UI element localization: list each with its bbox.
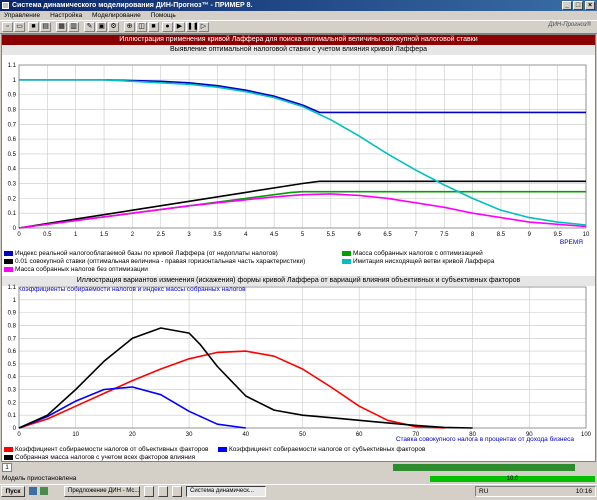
start-button[interactable]: Пуск: [1, 486, 25, 497]
new-icon[interactable]: ▫: [2, 22, 13, 32]
status-text: Модель приостановлена: [2, 475, 77, 482]
play-icon[interactable]: ▶: [174, 22, 185, 32]
view-icon[interactable]: ◫: [136, 22, 147, 32]
menu-bar: Управление Настройка Моделирование Помощ…: [0, 11, 597, 20]
legend2-item: Коэффициент собираемости налогов от объе…: [4, 446, 209, 453]
legend1-item: 0.01 совокупной ставки (оптимальная вели…: [4, 258, 305, 265]
menu-nastroyka[interactable]: Настройка: [50, 12, 82, 19]
legend-label: Индекс реальной налогооблагаемой базы по…: [15, 250, 278, 257]
settings-icon[interactable]: ⚙: [108, 22, 119, 32]
legend2-item: Коэффициент собираемости налогов от субъ…: [218, 446, 425, 453]
taskbar-item-active[interactable]: Система динамическ...: [186, 486, 266, 497]
minimize-button[interactable]: _: [562, 1, 572, 10]
legend2-item: Собранная масса налогов с учетом всех фа…: [4, 454, 195, 461]
print-icon[interactable]: ▤: [40, 22, 51, 32]
legend-swatch: [4, 454, 13, 460]
clock: 10:16: [575, 488, 592, 495]
main-panel: [1, 34, 596, 462]
quicklaunch-icon[interactable]: [29, 487, 37, 495]
legend-swatch: [4, 258, 13, 264]
legend-label: Масса собранных налогов с оптимизацией: [353, 250, 483, 257]
legend-swatch: [218, 446, 227, 452]
legend-label: Собранная масса налогов с учетом всех фа…: [15, 454, 196, 461]
open-icon[interactable]: ▭: [14, 22, 25, 32]
status-indicator: [393, 464, 575, 471]
taskbar-item[interactable]: Предложение ДИН - Мс...: [64, 486, 140, 497]
maximize-button[interactable]: □: [573, 1, 583, 10]
chart2-subtitle: Коэффициенты собираемости налогов и инде…: [18, 286, 246, 293]
step-icon[interactable]: ▷: [198, 22, 209, 32]
zoom-icon[interactable]: ⊕: [124, 22, 135, 32]
legend-swatch: [4, 266, 13, 272]
brand-label: ДИН-Прогноз®: [548, 22, 591, 28]
taskbar-item-icon[interactable]: [158, 486, 168, 497]
menu-pomosh[interactable]: Помощь: [151, 12, 176, 19]
toolbar: ▫ ▭ ■ ▤ ▦ ▥ ✎ ▣ ⚙ ⊕ ◫ ■ ● ▶ ❚❚ ▷ ДИН-Про…: [0, 20, 597, 34]
legend-swatch: [4, 250, 13, 256]
save-icon[interactable]: ■: [28, 22, 39, 32]
status-tab[interactable]: 1: [2, 463, 12, 472]
legend-swatch: [342, 250, 351, 256]
legend-label: Коэффициент собираемости налогов от субъ…: [229, 446, 426, 453]
chart2-title: Иллюстрация вариантов изменения (искажен…: [2, 276, 595, 286]
legend-label: Имитация нисходящей ветви кривой Лаффера: [353, 258, 495, 265]
taskbar-item-icon[interactable]: [172, 486, 182, 497]
legend-swatch: [4, 446, 13, 452]
model-icon[interactable]: ▣: [96, 22, 107, 32]
table-icon[interactable]: ▥: [68, 22, 79, 32]
legend1-item: Индекс реальной налогооблагаемой базы по…: [4, 250, 278, 257]
title-bar: Система динамического моделирования ДИН-…: [0, 0, 597, 11]
edit-icon[interactable]: ✎: [84, 22, 95, 32]
taskbar-item-icon[interactable]: [144, 486, 154, 497]
legend-swatch: [342, 258, 351, 264]
stop-icon[interactable]: ■: [148, 22, 159, 32]
legend-label: Коэффициент собираемости налогов от объе…: [15, 446, 209, 453]
legend1-item: Масса собранных налогов с оптимизацией: [342, 250, 483, 257]
legend1-item: Масса собранных налогов без оптимизации: [4, 266, 148, 273]
menu-upravlenie[interactable]: Управление: [4, 12, 40, 19]
pause-icon[interactable]: ❚❚: [186, 22, 199, 32]
window-title: Система динамического моделирования ДИН-…: [12, 2, 253, 9]
system-tray: RU 10:16: [475, 486, 596, 497]
banner-title: Иллюстрация применения кривой Лаффера дл…: [2, 35, 595, 45]
record-icon[interactable]: ●: [162, 22, 173, 32]
close-button[interactable]: ×: [585, 1, 595, 10]
quicklaunch-icon[interactable]: [40, 487, 48, 495]
chart1-title: Выявление оптимальной налоговой ставки с…: [2, 45, 595, 55]
legend-label: Масса собранных налогов без оптимизации: [15, 266, 148, 273]
legend-label: 0.01 совокупной ставки (оптимальная вели…: [15, 258, 306, 265]
legend1-item: Имитация нисходящей ветви кривой Лаффера: [342, 258, 494, 265]
app-icon: [2, 2, 9, 9]
menu-modelirovanie[interactable]: Моделирование: [92, 12, 141, 19]
lang-indicator[interactable]: RU: [479, 487, 488, 496]
chart-icon[interactable]: ▦: [56, 22, 67, 32]
progress-bar: 10.0: [430, 476, 595, 482]
